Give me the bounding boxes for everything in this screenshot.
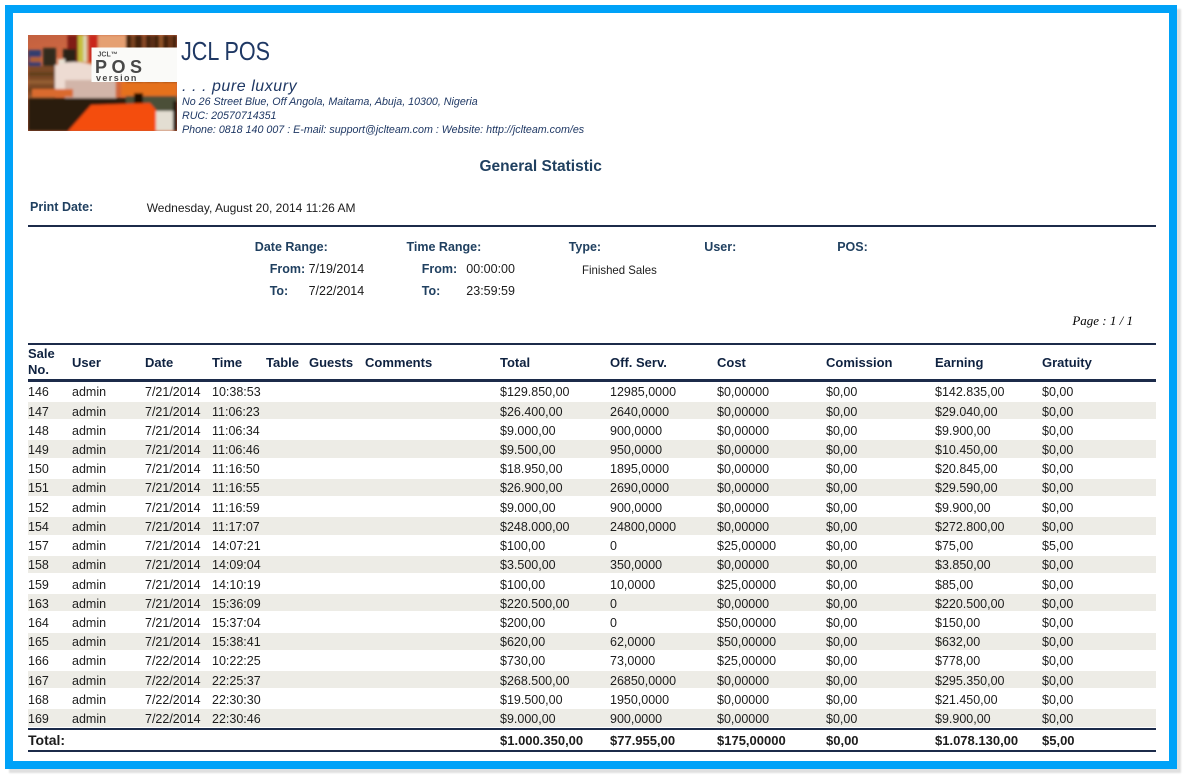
svg-text:version: version [96,73,138,83]
